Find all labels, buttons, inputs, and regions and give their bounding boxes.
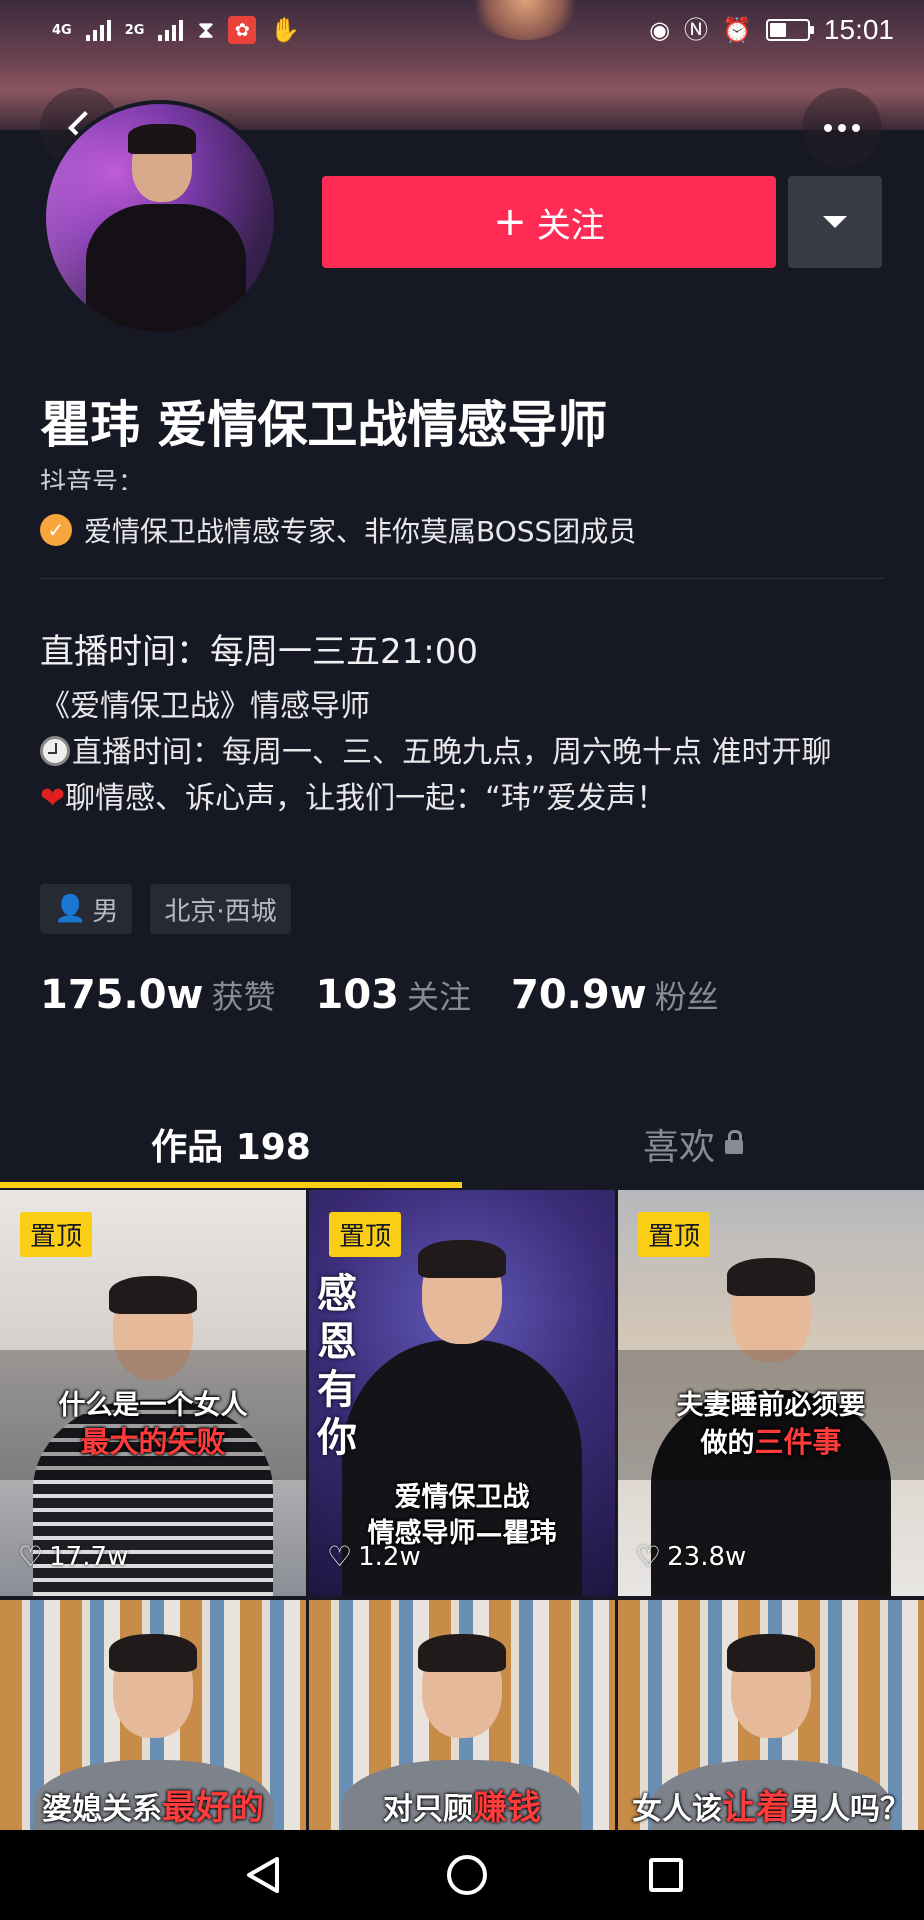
video-caption-line: 夫妻睡前必须要 xyxy=(676,1390,866,1421)
bio-line-3: ❤聊情感、诉心声，让我们一起：“玮”爱发声！ xyxy=(40,776,890,822)
video-thumbnail[interactable]: 婆媳关系最好的 xyxy=(0,1600,306,1840)
user-icon: 👤 xyxy=(54,894,87,924)
heart-outline-icon: ♡ xyxy=(327,1540,353,1573)
pinned-badge: 置顶 xyxy=(20,1212,93,1257)
nav-home-icon[interactable] xyxy=(447,1855,487,1895)
likes-label: 获赞 xyxy=(211,978,276,1016)
heart-outline-icon: ♡ xyxy=(636,1540,662,1573)
system-nav-bar xyxy=(0,1830,924,1920)
network-type-2: 2G xyxy=(124,22,145,38)
profile-name: 瞿玮 爱情保卫战情感导师 xyxy=(40,396,608,454)
pinned-badge: 置顶 xyxy=(638,1212,711,1257)
fans-stat[interactable]: 70.9w 粉丝 xyxy=(511,972,719,1018)
bio-line-3-text: 聊情感、诉心声，让我们一起：“玮”爱发声！ xyxy=(65,781,667,816)
more-dots-icon xyxy=(824,124,860,132)
bio-line-2: 直播时间：每周一、三、五晚九点，周六晚十点 准时开聊 xyxy=(40,730,890,776)
fans-label: 粉丝 xyxy=(654,978,719,1016)
verified-text: 爱情保卫战情感专家、非你莫属BOSS团成员 xyxy=(84,515,637,548)
video-vertical-caption: 感恩有你 xyxy=(317,1271,357,1461)
video-caption-line: 爱情保卫战 xyxy=(394,1482,530,1513)
gender-tag: 👤 男 xyxy=(40,884,133,934)
clock-icon xyxy=(40,736,70,766)
recommend-dropdown-button[interactable] xyxy=(788,176,882,268)
video-likes: ♡ 1.2w xyxy=(327,1542,421,1572)
tab-works[interactable]: 作品 198 xyxy=(0,1100,462,1188)
bio-line-2-text: 直播时间：每周一、三、五晚九点，周六晚十点 准时开聊 xyxy=(72,735,832,770)
following-stat[interactable]: 103 关注 xyxy=(316,972,472,1018)
video-likes-count: 23.8w xyxy=(667,1542,747,1572)
verification-row: ✓ 爱情保卫战情感专家、非你莫属BOSS团成员 xyxy=(40,510,636,550)
video-caption-highlight: 最大的失败 xyxy=(80,1425,226,1459)
eye-icon: ◉ xyxy=(649,16,671,44)
following-label: 关注 xyxy=(407,978,472,1016)
video-caption-pre: 做的 xyxy=(700,1428,755,1459)
video-thumbnail[interactable]: 女人该让着男人吗？ xyxy=(618,1600,924,1840)
status-bar: 4G 2G ⧗ ✿ ✋ ◉ Ⓝ ⏰ 15:01 xyxy=(0,0,924,60)
signal-icon-2 xyxy=(158,19,184,41)
tab-likes[interactable]: 喜欢 xyxy=(462,1100,924,1188)
heart-outline-icon: ♡ xyxy=(18,1540,44,1573)
video-likes-count: 1.2w xyxy=(358,1542,421,1572)
nav-back-icon[interactable] xyxy=(241,1853,285,1897)
hand-icon: ✋ xyxy=(270,16,301,44)
bio: 《爱情保卫战》情感导师 直播时间：每周一、三、五晚九点，周六晚十点 准时开聊 ❤… xyxy=(40,684,890,822)
video-thumbnail[interactable]: 置顶 感恩有你 爱情保卫战 情感导师—瞿玮 ♡ 1.2w xyxy=(309,1190,615,1596)
content-tabs: 作品 198 喜欢 xyxy=(0,1100,924,1188)
gender-text: 男 xyxy=(92,896,119,927)
live-time: 直播时间：每周一三五21:00 xyxy=(40,632,478,672)
signal-icon xyxy=(85,19,111,41)
video-caption: 什么是一个女人 最大的失败 xyxy=(0,1388,306,1460)
nav-recents-icon[interactable] xyxy=(649,1858,683,1892)
status-time: 15:01 xyxy=(823,14,894,45)
video-caption: 婆媳关系最好的 xyxy=(42,1788,264,1828)
alarm-icon: ⏰ xyxy=(722,16,752,44)
plus-icon: + xyxy=(493,199,527,245)
video-caption-line: 什么是一个女人 xyxy=(58,1390,248,1421)
hourglass-icon: ⧗ xyxy=(197,16,215,44)
fans-count: 70.9w xyxy=(511,972,647,1018)
more-button[interactable] xyxy=(802,88,882,168)
video-thumbnail[interactable]: 置顶 什么是一个女人 最大的失败 ♡ 17.7w xyxy=(0,1190,306,1596)
pinned-badge: 置顶 xyxy=(329,1212,402,1257)
verified-check-icon: ✓ xyxy=(40,514,72,546)
heart-emoji-icon: ❤ xyxy=(40,781,66,816)
stats-row: 175.0w 获赞 103 关注 70.9w 粉丝 xyxy=(40,972,719,1018)
video-thumbnail[interactable]: 对只顾赚钱 xyxy=(309,1600,615,1840)
video-caption: 对只顾赚钱 xyxy=(383,1788,541,1828)
follow-button[interactable]: + 关注 xyxy=(322,176,776,268)
video-caption-highlight: 三件事 xyxy=(754,1425,842,1459)
video-likes: ♡ 17.7w xyxy=(18,1542,128,1572)
app-notification-icon: ✿ xyxy=(228,16,257,44)
video-likes-count: 17.7w xyxy=(49,1542,129,1572)
lock-icon xyxy=(725,1130,743,1154)
likes-stat[interactable]: 175.0w 获赞 xyxy=(40,972,276,1018)
tab-indicator xyxy=(0,1182,462,1188)
video-caption: 女人该让着男人吗？ xyxy=(632,1788,910,1828)
location-text: 北京·西城 xyxy=(164,896,277,927)
video-thumbnail[interactable]: 置顶 夫妻睡前必须要 做的三件事 ♡ 23.8w xyxy=(618,1190,924,1596)
divider xyxy=(40,578,884,579)
follow-label: 关注 xyxy=(536,205,605,246)
tab-likes-label: 喜欢 xyxy=(642,1127,715,1168)
location-tag: 北京·西城 xyxy=(150,884,291,934)
douyin-id[interactable]: 抖音号： xyxy=(40,462,144,490)
network-type-1: 4G xyxy=(52,22,72,38)
likes-count: 175.0w xyxy=(40,972,204,1018)
following-count: 103 xyxy=(315,972,400,1018)
video-likes: ♡ 23.8w xyxy=(636,1542,746,1572)
nfc-icon: Ⓝ xyxy=(684,16,709,44)
status-right: ◉ Ⓝ ⏰ 15:01 xyxy=(649,14,894,46)
status-left: 4G 2G ⧗ ✿ ✋ xyxy=(52,16,300,44)
battery-icon xyxy=(765,19,814,41)
profile-tags: 👤 男 北京·西城 xyxy=(40,884,291,934)
triangle-down-icon xyxy=(823,216,847,228)
tab-works-label: 作品 198 xyxy=(151,1127,311,1168)
avatar[interactable] xyxy=(42,100,278,336)
bio-line-1: 《爱情保卫战》情感导师 xyxy=(40,689,370,724)
video-caption: 夫妻睡前必须要 做的三件事 xyxy=(618,1388,924,1462)
